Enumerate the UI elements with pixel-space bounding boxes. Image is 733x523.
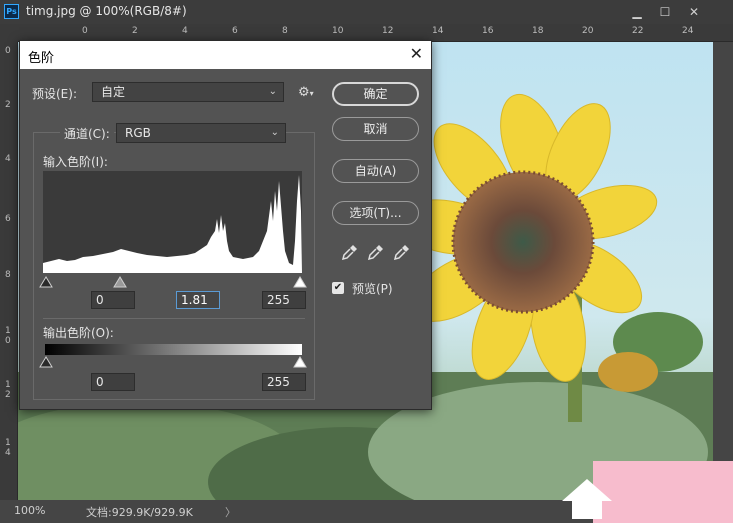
ruler-tick: 1 — [5, 380, 11, 390]
document-info: 文档:929.9K/929.9K — [86, 506, 193, 519]
preview-checkbox[interactable]: ✔ — [332, 282, 344, 294]
document-title: timg.jpg @ 100%(RGB/8#) — [26, 4, 187, 18]
ruler-tick: 20 — [582, 26, 594, 36]
ruler-tick: 4 — [182, 26, 188, 36]
ruler-tick: 16 — [482, 26, 494, 36]
ruler-tick: 1 — [5, 326, 11, 336]
close-window-button[interactable]: ✕ — [681, 3, 707, 21]
ruler-tick: 1 — [5, 438, 11, 448]
preset-value: 自定 — [101, 85, 126, 99]
channel-label: 通道(C): — [60, 125, 114, 142]
input-black-slider[interactable] — [39, 276, 53, 288]
ruler-tick: 18 — [532, 26, 544, 36]
dialog-title: 色阶 — [28, 51, 55, 66]
ruler-left: 0 2 4 6 8 1 0 1 2 1 4 — [0, 42, 18, 500]
output-gradient-bar — [45, 344, 302, 355]
ruler-tick: 0 — [5, 46, 11, 56]
dialog-titlebar: 色阶 ✕ — [20, 41, 431, 69]
ruler-corner — [0, 24, 18, 42]
ruler-tick: 6 — [232, 26, 238, 36]
separator — [43, 318, 305, 319]
output-white-field[interactable]: 255 — [262, 373, 306, 391]
input-gamma-field[interactable]: 1.81 — [176, 291, 220, 309]
options-button[interactable]: 选项(T)... — [332, 201, 419, 225]
output-levels-label: 输出色阶(O): — [43, 326, 114, 340]
black-point-eyedropper-icon[interactable] — [342, 244, 358, 260]
chevron-down-icon: ⌄ — [268, 86, 277, 97]
input-white-field[interactable]: 255 — [262, 291, 306, 309]
document-titlebar: Ps timg.jpg @ 100%(RGB/8#) ▁ ☐ ✕ — [0, 0, 733, 24]
output-slider-track[interactable] — [38, 356, 308, 368]
output-black-field[interactable]: 0 — [91, 373, 135, 391]
ruler-tick: 8 — [5, 270, 11, 280]
preset-select[interactable]: 自定 ⌄ — [92, 82, 284, 102]
channel-select[interactable]: RGB ⌄ — [116, 123, 286, 143]
gray-point-eyedropper-icon[interactable] — [368, 244, 384, 260]
status-menu-arrow-icon[interactable]: 〉 — [225, 504, 236, 520]
gear-icon[interactable]: ⚙▾ — [298, 85, 314, 100]
preset-label: 预设(E): — [32, 87, 77, 101]
ruler-tick: 0 — [5, 336, 11, 346]
ok-button[interactable]: 确定 — [332, 82, 419, 106]
input-slider-track[interactable] — [38, 276, 308, 288]
output-black-slider[interactable] — [39, 356, 53, 368]
preview-label: 预览(P) — [352, 282, 393, 296]
auto-button[interactable]: 自动(A) — [332, 159, 419, 183]
minimize-button[interactable]: ▁ — [624, 3, 650, 21]
input-levels-label: 输入色阶(I): — [43, 155, 108, 169]
input-white-slider[interactable] — [293, 276, 307, 288]
ruler-tick: 12 — [382, 26, 394, 36]
input-black-field[interactable]: 0 — [91, 291, 135, 309]
channel-value: RGB — [125, 126, 151, 140]
white-point-eyedropper-icon[interactable] — [394, 244, 410, 260]
ruler-tick: 22 — [632, 26, 644, 36]
watermark-logo-icon — [562, 479, 612, 519]
chevron-down-icon: ⌄ — [270, 127, 279, 138]
ruler-tick: 10 — [332, 26, 344, 36]
ruler-tick: 4 — [5, 448, 11, 458]
input-gamma-slider[interactable] — [113, 276, 127, 288]
ruler-tick: 0 — [82, 26, 88, 36]
ruler-tick: 6 — [5, 214, 11, 224]
ruler-tick: 14 — [432, 26, 444, 36]
ruler-tick: 2 — [5, 390, 11, 400]
ruler-tick: 8 — [282, 26, 288, 36]
photoshop-logo-icon: Ps — [4, 4, 19, 19]
maximize-button[interactable]: ☐ — [652, 3, 678, 21]
histogram — [43, 171, 302, 273]
ruler-tick: 24 — [682, 26, 694, 36]
zoom-level[interactable]: 100% — [14, 504, 45, 517]
ruler-tick: 2 — [5, 100, 11, 110]
watermark-overlay — [562, 461, 733, 523]
levels-dialog: 色阶 ✕ 预设(E): 自定 ⌄ ⚙▾ 通道(C): RGB ⌄ 输入色阶(I)… — [19, 40, 432, 410]
cancel-button[interactable]: 取消 — [332, 117, 419, 141]
ruler-tick: 4 — [5, 154, 11, 164]
dialog-close-icon[interactable]: ✕ — [410, 44, 423, 63]
ruler-tick: 2 — [132, 26, 138, 36]
histogram-graph — [43, 175, 302, 273]
output-white-slider[interactable] — [293, 356, 307, 368]
vertical-scrollbar[interactable] — [713, 42, 733, 500]
